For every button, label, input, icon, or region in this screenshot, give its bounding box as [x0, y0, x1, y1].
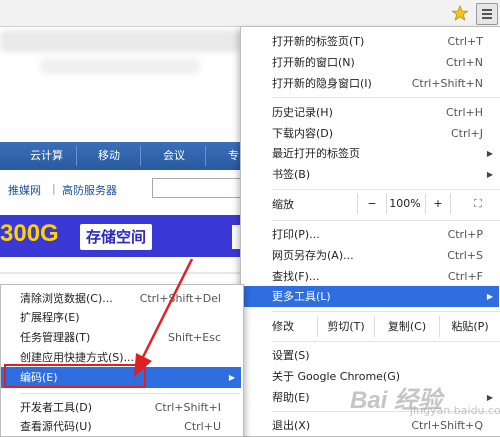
chevron-right-icon: ▶ [486, 170, 493, 179]
blurred-header [0, 30, 240, 52]
menu-new-incognito[interactable]: 打开新的隐身窗口(I) Ctrl+Shift+N [241, 73, 499, 94]
browser-toolbar [0, 0, 500, 27]
menu-zoom-row: 缩放 − 100% + ⛶ [241, 193, 499, 217]
edit-label: 修改 [272, 320, 294, 333]
nav-item[interactable]: 云计算 [30, 142, 63, 170]
menu-new-window[interactable]: 打开新的窗口(N) Ctrl+N [241, 52, 499, 73]
menu-save-page[interactable]: 网页另存为(A)... Ctrl+S [241, 245, 499, 266]
submenu-dev-tools[interactable]: 开发者工具(D) Ctrl+Shift+I [1, 397, 241, 418]
zoom-label: 缩放 [272, 198, 294, 211]
site-search-input[interactable] [152, 178, 244, 198]
menu-recent-tabs[interactable]: 最近打开的标签页 ▶ [241, 143, 499, 164]
nav-item[interactable]: 专 [228, 142, 239, 170]
chevron-right-icon: ▶ [486, 292, 493, 301]
cut-button[interactable]: 剪切(T) [317, 316, 374, 337]
zoom-level: 100% [389, 197, 421, 210]
bookmark-star-icon[interactable] [452, 5, 468, 21]
submenu-view-source[interactable]: 查看源代码(U) Ctrl+U [1, 416, 241, 437]
chevron-right-icon: ▶ [486, 149, 493, 158]
nav-item[interactable]: 会议 [163, 142, 185, 170]
banner-tag: 存储空间 [80, 224, 153, 250]
chrome-menu-button[interactable] [476, 3, 498, 25]
nav-item[interactable]: 移动 [98, 142, 120, 170]
copy-button[interactable]: 复制(C) [374, 316, 439, 337]
watermark-url: jingyan.baidu.com [410, 404, 500, 417]
sub-link[interactable]: 高防服务器 [62, 182, 117, 198]
menu-find[interactable]: 查找(F)... Ctrl+F [241, 266, 499, 287]
menu-downloads[interactable]: 下载内容(D) Ctrl+J [241, 123, 499, 144]
menu-more-tools[interactable]: 更多工具(L) ▶ [241, 286, 499, 307]
menu-bookmarks[interactable]: 书签(B) ▶ [241, 164, 499, 185]
menu-new-tab[interactable]: 打开新的标签页(T) Ctrl+T [241, 31, 499, 52]
paste-button[interactable]: 粘贴(P) [439, 316, 500, 337]
chevron-right-icon: ▶ [228, 373, 235, 382]
sub-link[interactable]: 推媒网 [8, 182, 41, 198]
chrome-main-menu: 打开新的标签页(T) Ctrl+T 打开新的窗口(N) Ctrl+N 打开新的隐身窗… [240, 26, 500, 437]
menu-exit[interactable]: 退出(X) Ctrl+Shift+Q [241, 415, 499, 436]
zoom-out-button[interactable]: − [357, 193, 387, 214]
hamburger-icon [482, 9, 492, 11]
menu-print[interactable]: 打印(P)... Ctrl+P [241, 224, 499, 245]
annotation-arrow-icon [134, 258, 194, 377]
banner-headline: 300G [0, 220, 59, 247]
menu-edit-row: 修改 剪切(T) 复制(C) 粘贴(P) [241, 316, 499, 338]
menu-settings[interactable]: 设置(S) [241, 345, 499, 366]
menu-history[interactable]: 历史记录(H) Ctrl+H [241, 102, 499, 123]
zoom-in-button[interactable]: + [425, 193, 451, 214]
fullscreen-icon[interactable]: ⛶ [463, 193, 493, 214]
blurred-header-line [40, 58, 200, 74]
